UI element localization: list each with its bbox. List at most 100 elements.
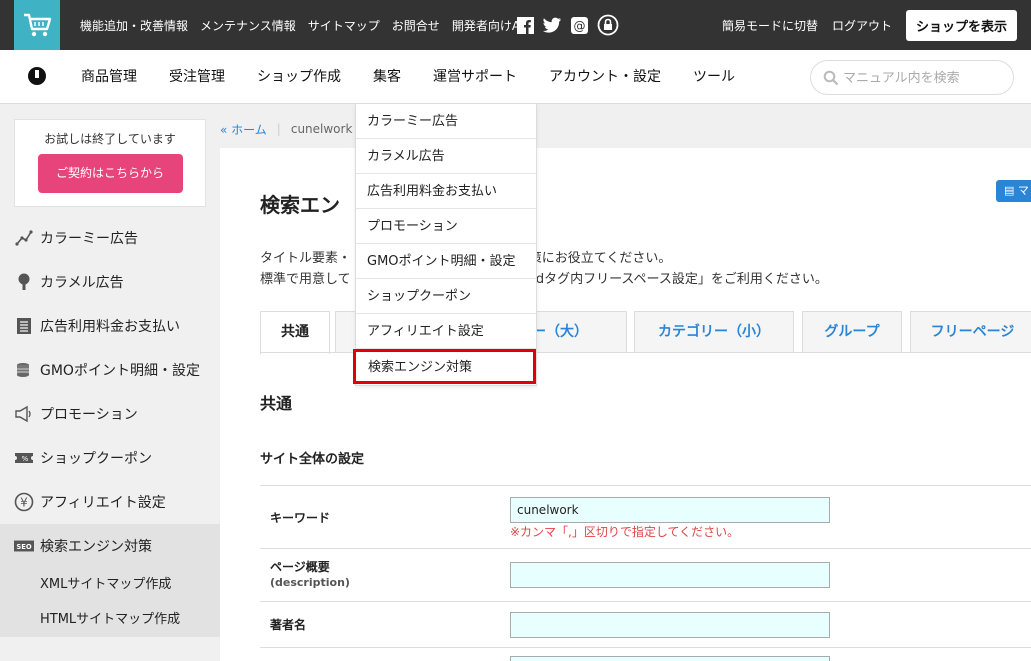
manual-search [810,60,1014,95]
cart-icon [24,13,52,37]
breadcrumb-current: cunelwork [290,122,353,136]
logout-link[interactable]: ログアウト [832,17,892,34]
description-line-1-left: タイトル要素・ [260,251,352,266]
page-title: 検索エン [260,193,340,217]
svg-text:@: @ [573,19,585,33]
sidebar-item-affiliate[interactable]: ¥ アフィリエイト設定 [0,480,220,524]
breadcrumb-home[interactable]: « ホーム [220,121,267,138]
keyword-label: キーワード [270,511,331,525]
sidebar: お試しは終了しています ご契約はこちらから カラーミー広告 カラメル広告 広告利… [0,104,220,661]
description-line-2-left: 標準で用意して [260,272,351,287]
svg-text:%: % [22,455,29,463]
nav-item-products[interactable]: 商品管理 [65,50,153,104]
nav-item-account[interactable]: アカウント・設定 [533,50,677,104]
search-icon [823,70,839,86]
simple-mode-link[interactable]: 簡易モードに切替 [722,17,818,34]
colorme-logo-icon[interactable] [28,67,46,85]
section-heading: 共通 [260,394,293,413]
form-row-next [260,647,1031,661]
yen-icon: ¥ [14,492,34,512]
marketing-dropdown-menu: カラーミー広告 カラメル広告 広告利用料金お支払い プロモーション GMOポイン… [353,104,537,386]
subsection-heading: サイト全体の設定 [260,452,365,467]
sidebar-item-promotion[interactable]: プロモーション [0,392,220,436]
sidebar-item-gmo-points[interactable]: GMOポイント明細・設定 [0,348,220,392]
facebook-icon[interactable] [516,16,534,34]
search-input[interactable] [843,67,1007,89]
svg-text:SEO: SEO [16,543,32,551]
keyword-hint: ※カンマ「,」区切りで指定してください。 [510,525,740,539]
main-nav: 商品管理 受注管理 ショップ作成 集客 運営サポート アカウント・設定 ツール [0,50,1031,104]
dropdown-item-promotion[interactable]: プロモーション [356,209,536,244]
svg-text:¥: ¥ [20,496,28,510]
nav-item-support[interactable]: 運営サポート [417,50,533,104]
top-link-maintenance[interactable]: メンテナンス情報 [200,17,296,34]
sidebar-item-colorme-ads[interactable]: カラーミー広告 [0,216,220,260]
dropdown-item-seo[interactable]: 検索エンジン対策 [353,349,536,384]
megaphone-icon [14,404,34,424]
email-icon[interactable]: @ [570,16,588,34]
sidebar-item-caramel-ads[interactable]: カラメル広告 [0,260,220,304]
coins-icon [14,360,34,380]
seo-icon: SEO [14,536,34,556]
breadcrumb: « ホーム | cunelwork [220,118,352,140]
sidebar-item-label: アフィリエイト設定 [40,495,166,511]
keyword-input[interactable] [510,497,830,523]
sidebar-item-label: カラメル広告 [40,275,124,291]
tab-common[interactable]: 共通 [260,311,330,354]
sidebar-item-label: ショップクーポン [40,451,152,467]
invoice-icon [14,316,34,336]
dropdown-item-affiliate[interactable]: アフィリエイト設定 [356,314,536,349]
dropdown-item-coupon[interactable]: ショップクーポン [356,279,536,314]
next-input[interactable] [510,656,830,661]
main-content: 検索エン ▤ マ タイトル要素・ SEO対策にお役立てください。 標準で用意してに… [220,148,1031,661]
trial-box: お試しは終了しています ご契約はこちらから [14,119,206,207]
sidebar-item-label: 広告利用料金お支払い [40,319,180,335]
chart-icon [14,228,34,248]
sidebar-item-label: 検索エンジン対策 [40,539,152,555]
trial-text: お試しは終了しています [44,132,176,146]
dropdown-item-ad-payment[interactable]: 広告利用料金お支払い [356,174,536,209]
breadcrumb-separator: | [276,122,281,136]
description-label: ページ概要 (description) [270,559,350,591]
nav-item-shop-build[interactable]: ショップ作成 [241,50,357,104]
shop-logo[interactable] [14,0,60,50]
sidebar-item-label: プロモーション [40,407,138,423]
document-icon: ▤ [1004,184,1015,197]
description-input[interactable] [510,562,830,588]
description-label-main: ページ概要 [270,560,330,574]
sidebar-subitem-xml-sitemap[interactable]: XMLサイトマップ作成 [0,567,220,602]
twitter-icon[interactable] [543,16,561,34]
top-link-sitemap[interactable]: サイトマップ [308,17,380,34]
author-label: 著者名 [270,618,307,632]
pin-icon [14,272,34,292]
dropdown-item-gmo-points[interactable]: GMOポイント明細・設定 [356,244,536,279]
description-line-2: 標準で用意して には「headタグ内フリースペース設定」をご利用ください。 [260,268,828,287]
sidebar-subitem-html-sitemap[interactable]: HTMLサイトマップ作成 [0,602,220,637]
manual-button-label: マ [1017,184,1029,197]
nav-item-tools[interactable]: ツール [677,50,751,104]
nav-item-marketing[interactable]: 集客 [357,50,417,104]
top-link-contact[interactable]: お問合せ [392,17,440,34]
dropdown-item-caramel-ads[interactable]: カラメル広告 [356,139,536,174]
sidebar-item-label: GMOポイント明細・設定 [40,363,200,379]
contract-button[interactable]: ご契約はこちらから [37,154,183,193]
author-input[interactable] [510,612,830,638]
form-row-keyword: キーワード ※カンマ「,」区切りで指定してください。 [260,485,1031,548]
sidebar-item-seo[interactable]: SEO 検索エンジン対策 [0,524,220,568]
top-link-features[interactable]: 機能追加・改善情報 [80,17,188,34]
manual-button[interactable]: ▤ マ [996,180,1031,202]
view-shop-button[interactable]: ショップを表示 [905,9,1017,41]
tab-group[interactable]: グループ [802,311,902,353]
sidebar-item-ad-payment[interactable]: 広告利用料金お支払い [0,304,220,348]
description-label-sub: (description) [270,576,350,589]
top-bar: 機能追加・改善情報 メンテナンス情報 サイトマップ お問合せ 開発者向けAPI … [0,0,1031,50]
tab-free-page[interactable]: フリーページ [910,311,1031,353]
sidebar-item-label: カラーミー広告 [40,231,138,247]
tab-category-small[interactable]: カテゴリー（小） [634,311,794,353]
sidebar-item-coupon[interactable]: % ショップクーポン [0,436,220,480]
form-row-author: 著者名 [260,601,1031,647]
dropdown-item-colorme-ads[interactable]: カラーミー広告 [356,104,536,139]
form-row-description: ページ概要 (description) [260,548,1031,601]
lock-icon[interactable] [597,14,619,36]
nav-item-orders[interactable]: 受注管理 [153,50,241,104]
